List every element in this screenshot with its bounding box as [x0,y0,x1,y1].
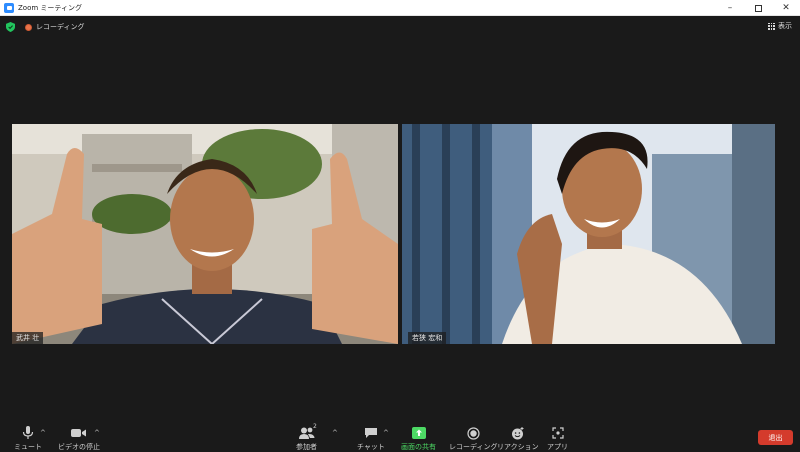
meeting-status-row: レコーディング [6,20,85,34]
record-label: レコーディング [449,443,498,451]
chat-icon [363,426,379,440]
zoom-app-icon [4,2,14,13]
video-camera-icon [71,426,87,440]
chat-options-caret[interactable]: ^ [383,429,389,437]
view-label: 表示 [778,22,792,30]
audio-options-caret[interactable]: ^ [40,429,46,437]
reactions-label: リアクション [497,443,539,451]
grid-view-icon [768,22,775,30]
window-title: Zoom ミーティング [18,3,82,12]
maximize-button[interactable] [744,0,772,16]
participant-name-2: 若狭 宏和 [408,332,447,344]
share-screen-label: 画面の共有 [401,443,436,451]
video-options-caret[interactable]: ^ [94,429,100,437]
participants-label: 参加者 [296,443,317,451]
apps-icon [550,426,566,440]
microphone-icon [20,426,36,440]
chat-button[interactable]: チャット [357,426,385,452]
record-icon [465,426,481,440]
meeting-toolbar: ミュート ^ ビデオの停止 ^ 参加者 2 ^ チャット ^ 画面の共有 レコー… [0,420,800,452]
participant-video-1[interactable]: 武井 壮 [12,124,398,344]
maximize-icon [754,4,762,12]
reactions-smiley-icon [510,426,526,440]
close-button[interactable]: ✕ [772,0,800,16]
recording-indicator-icon [25,23,32,31]
participant-name-1: 武井 壮 [12,332,44,344]
participant-video-2[interactable]: 若狭 宏和 [402,124,775,344]
recording-label: レコーディング [36,23,85,31]
record-button[interactable]: レコーディング [449,426,498,452]
participants-count-badge: 2 [313,423,317,430]
reactions-button[interactable]: リアクション [497,426,539,452]
stop-video-label: ビデオの停止 [58,443,100,451]
zoom-window: Zoom ミーティング – ✕ レコーディング 表示 武井 壮 若狭 宏和 ミュ… [0,0,800,452]
title-bar: Zoom ミーティング – ✕ [0,0,800,16]
apps-button[interactable]: アプリ [547,426,568,452]
security-shield-icon[interactable] [6,22,15,32]
participants-options-caret[interactable]: ^ [332,429,338,437]
share-screen-icon [411,426,427,440]
view-button[interactable]: 表示 [768,21,792,31]
mute-button[interactable]: ミュート [14,426,42,452]
minimize-button[interactable]: – [716,0,744,16]
participant-video-image-2 [402,124,775,344]
share-screen-button[interactable]: 画面の共有 [401,426,436,452]
participant-video-image-1 [12,124,398,344]
apps-label: アプリ [547,443,568,451]
chat-label: チャット [357,443,385,451]
leave-meeting-button[interactable]: 退出 [758,430,793,445]
mute-label: ミュート [14,443,42,451]
